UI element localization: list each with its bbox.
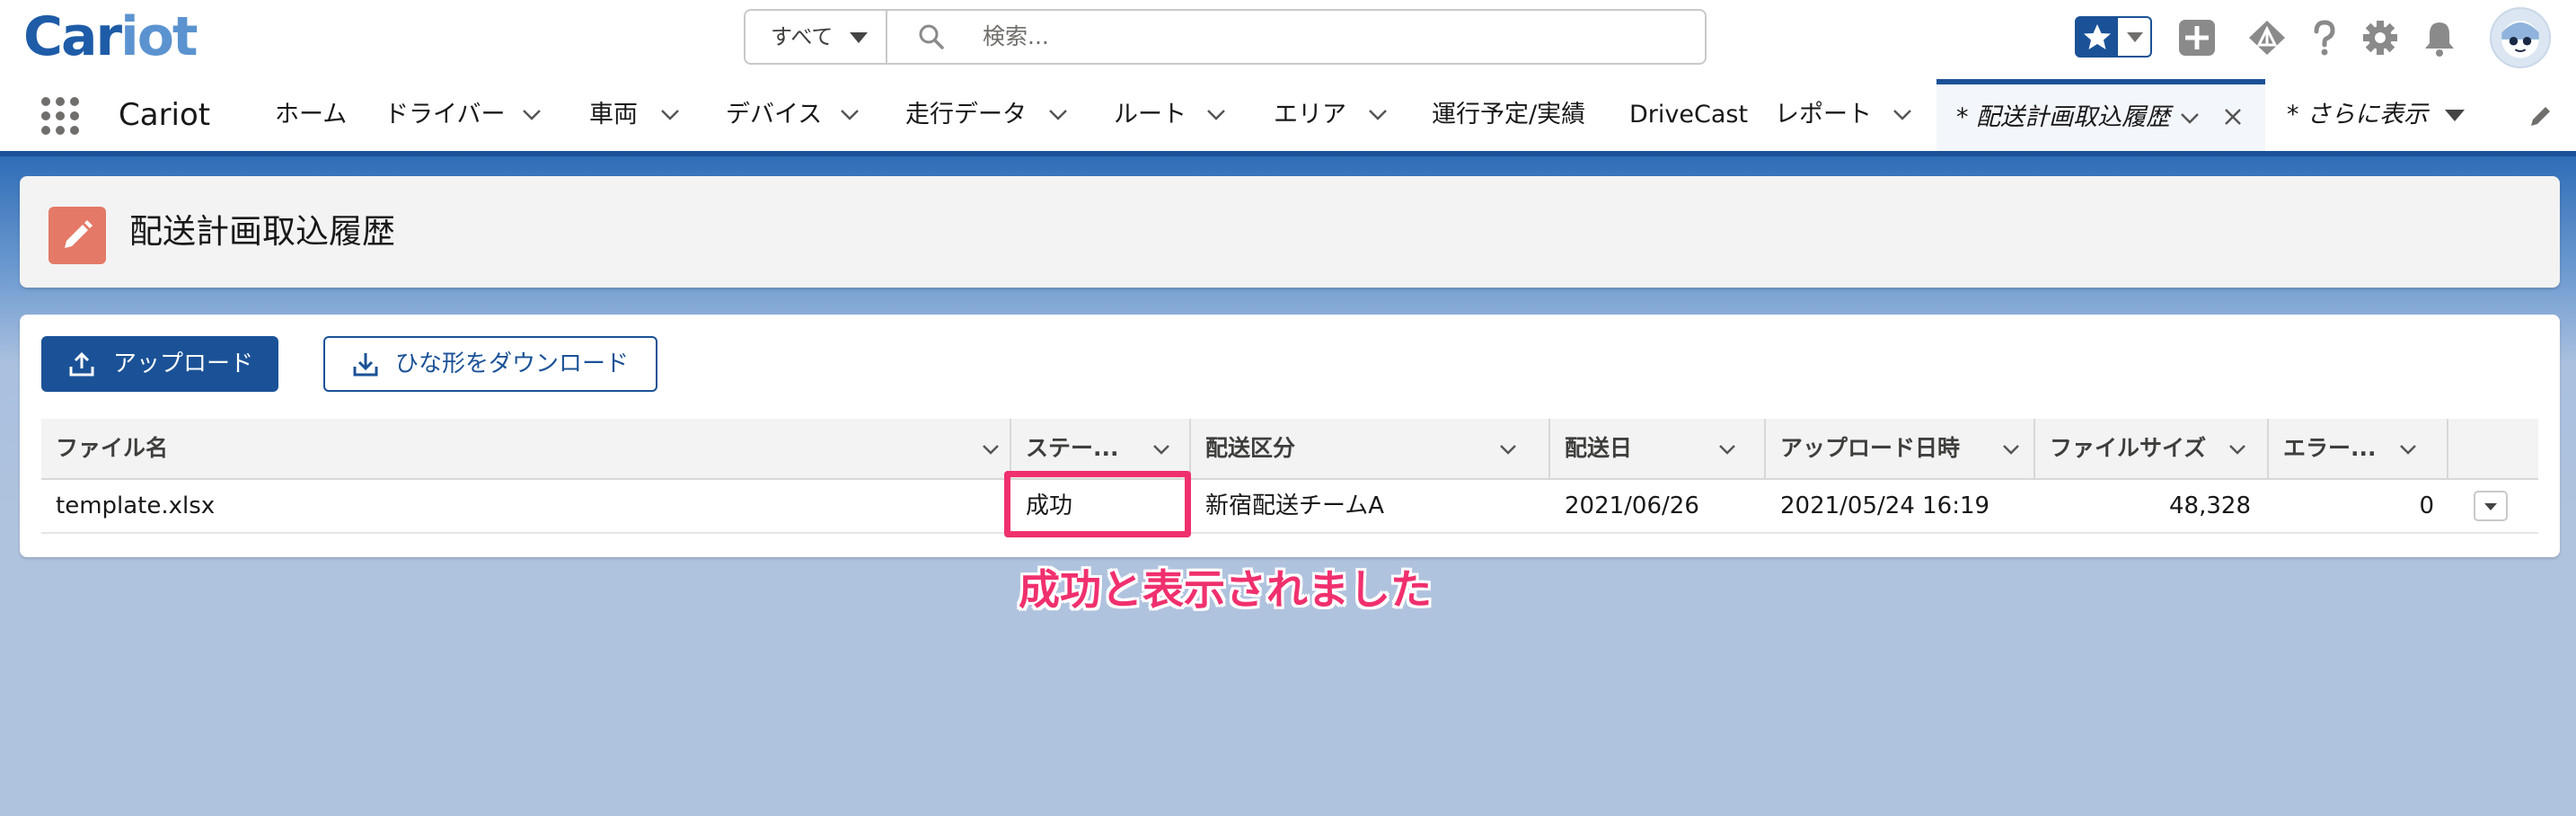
nav-more-button[interactable]: * さらに表示	[2287, 79, 2428, 151]
column-header-status[interactable]: ステー...	[1011, 419, 1191, 478]
import-history-card: アップロード ひな形をダウンロード ファイル名 ステー... 配送区分 配送日 …	[20, 315, 2560, 557]
favorites-button[interactable]	[2075, 16, 2152, 58]
chevron-down-icon[interactable]	[1151, 442, 1171, 457]
chevron-down-icon[interactable]	[1367, 106, 1389, 122]
column-header-delivery-segment[interactable]: 配送区分	[1191, 419, 1550, 478]
table-header: ファイル名 ステー... 配送区分 配送日 アップロード日時 ファイルサイズ エ…	[41, 419, 2538, 480]
pencil-icon	[49, 207, 106, 264]
chevron-down-icon[interactable]	[1892, 106, 1913, 122]
chevron-down-icon[interactable]	[521, 106, 543, 122]
astro-avatar-icon	[2501, 21, 2539, 58]
page-header: 配送計画取込履歴	[20, 176, 2560, 288]
caret-down-icon	[850, 32, 868, 43]
column-header-label: エラー...	[2283, 435, 2377, 461]
column-header-label: ステー...	[1026, 435, 1119, 461]
add-icon[interactable]	[2177, 18, 2217, 58]
annotation-caption: 成功と表示されました	[1019, 565, 1432, 614]
column-header-file-size[interactable]: ファイルサイズ	[2035, 419, 2269, 478]
trailhead-icon[interactable]	[2247, 18, 2287, 58]
chevron-down-icon[interactable]	[2228, 442, 2247, 457]
upload-button[interactable]: アップロード	[41, 336, 278, 392]
column-header-file-name[interactable]: ファイル名	[41, 419, 1011, 478]
search-scope-dropdown[interactable]: すべて	[745, 11, 887, 63]
global-search: すべて 検索...	[744, 9, 1707, 65]
favorites-menu-caret-icon[interactable]	[2127, 32, 2143, 42]
table-row: template.xlsx 成功 新宿配送チームA 2021/06/26 202…	[41, 480, 2538, 534]
cell-file-name[interactable]: template.xlsx	[56, 480, 215, 532]
search-icon	[919, 24, 944, 49]
close-icon[interactable]	[2222, 106, 2244, 128]
cell-delivery-date: 2021/06/26	[1565, 492, 1699, 519]
download-template-button[interactable]: ひな形をダウンロード	[323, 336, 657, 392]
upload-icon	[69, 351, 94, 377]
column-header-errors[interactable]: エラー...	[2269, 419, 2448, 478]
search-input[interactable]: 検索...	[983, 11, 1049, 63]
cell-delivery-segment[interactable]: 新宿配送チームA	[1205, 480, 1384, 532]
status-highlight-box	[1004, 471, 1191, 537]
chevron-down-icon[interactable]	[1498, 442, 1518, 457]
chevron-down-icon[interactable]	[2398, 442, 2418, 457]
column-header-label: 配送区分	[1205, 435, 1296, 461]
column-header-label: ファイル名	[56, 435, 169, 461]
app-launcher-icon[interactable]	[40, 95, 81, 137]
nav-item-routes[interactable]: ルート	[1114, 79, 1187, 151]
cell-file-size: 48,328	[2169, 492, 2251, 519]
nav-bar: Cariot ホーム ドライバー 車両 デバイス 走行データ ルート エリア 運…	[0, 79, 2576, 156]
chevron-down-icon[interactable]	[839, 106, 860, 122]
row-actions-menu-button[interactable]	[2474, 491, 2508, 521]
tab-label: * 配送計画取込履歴	[1956, 103, 2171, 131]
nav-item-devices[interactable]: デバイス	[726, 79, 822, 151]
nav-item-drivecast[interactable]: DriveCast	[1629, 79, 1748, 151]
column-header-label: ファイルサイズ	[2050, 435, 2207, 461]
caret-down-icon	[2484, 503, 2497, 510]
avatar[interactable]	[2490, 7, 2551, 68]
nav-item-areas[interactable]: エリア	[1274, 79, 1346, 151]
upload-button-label: アップロード	[113, 350, 254, 377]
download-icon	[353, 353, 378, 377]
app-name: Cariot	[119, 97, 211, 133]
column-header-label: アップロード日時	[1780, 435, 1961, 461]
nav-item-reports[interactable]: レポート	[1775, 79, 1872, 151]
logo-text-rest: iot	[120, 5, 198, 68]
tab-delivery-plan-import-history[interactable]: * 配送計画取込履歴	[1936, 79, 2265, 151]
chevron-down-icon[interactable]	[659, 106, 681, 122]
chevron-down-icon[interactable]	[2001, 442, 2021, 457]
search-scope-label: すべて	[771, 24, 834, 49]
star-icon	[2077, 18, 2118, 56]
help-icon[interactable]	[2305, 18, 2344, 58]
nav-item-operation-plan[interactable]: 運行予定/実績	[1432, 79, 1585, 151]
cell-upload-datetime: 2021/05/24 16:19	[1780, 492, 1990, 519]
nav-item-home[interactable]: ホーム	[275, 79, 347, 151]
column-header-upload-datetime[interactable]: アップロード日時	[1766, 419, 2035, 478]
cariot-logo[interactable]: Cariot	[23, 5, 198, 68]
download-template-button-label: ひな形をダウンロード	[395, 350, 630, 377]
column-header-label: 配送日	[1565, 435, 1633, 461]
column-header-delivery-date[interactable]: 配送日	[1550, 419, 1766, 478]
page-title: 配送計画取込履歴	[129, 212, 395, 251]
chevron-down-icon[interactable]	[2179, 110, 2201, 126]
global-header: Cariot すべて 検索...	[0, 0, 2576, 79]
logo-text-main: Car	[23, 5, 122, 68]
nav-item-driving-data[interactable]: 走行データ	[905, 79, 1027, 151]
nav-item-drivers[interactable]: ドライバー	[384, 79, 505, 151]
import-history-table: ファイル名 ステー... 配送区分 配送日 アップロード日時 ファイルサイズ エ…	[41, 419, 2538, 536]
chevron-down-icon[interactable]	[981, 442, 1001, 457]
caret-down-icon[interactable]	[2445, 110, 2465, 121]
edit-nav-pencil-icon[interactable]	[2527, 102, 2554, 129]
chevron-down-icon[interactable]	[1047, 106, 1069, 122]
bell-icon[interactable]	[2420, 18, 2459, 58]
setup-gear-icon[interactable]	[2360, 18, 2400, 58]
cell-errors: 0	[2419, 492, 2434, 519]
nav-item-vehicles[interactable]: 車両	[589, 79, 638, 151]
chevron-down-icon[interactable]	[1717, 442, 1737, 457]
chevron-down-icon[interactable]	[1205, 106, 1227, 122]
